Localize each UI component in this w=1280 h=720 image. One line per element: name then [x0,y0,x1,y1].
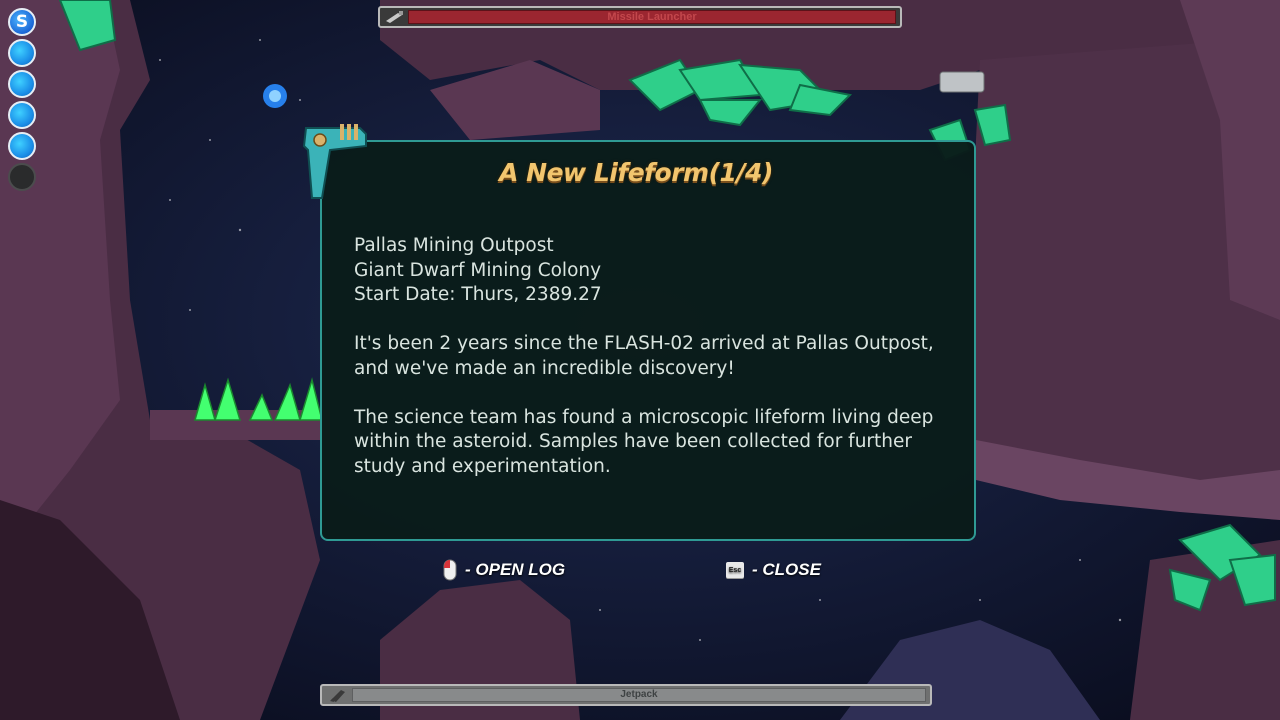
jetpack-icon [330,690,345,702]
energy-orb [8,70,36,98]
energy-orb-empty [8,163,36,191]
energy-orb [8,101,36,129]
jetpack-bar: Jetpack [320,684,932,706]
open-log-label: - OPEN LOG [465,560,566,579]
close-label: - CLOSE [752,560,821,579]
energy-orb [8,132,36,160]
missile-launcher-icon [386,11,403,23]
dialog-header-block: Pallas Mining Outpost Giant Dwarf Mining… [354,234,964,308]
colony-name: Giant Dwarf Mining Colony [354,259,602,281]
dialog-body: Pallas Mining Outpost Giant Dwarf Mining… [354,234,964,504]
jetpack-bar-label: Jetpack [620,689,658,700]
dialog-paragraph: The science team has found a microscopic… [354,406,934,477]
open-log-hint[interactable]: - OPEN LOG [443,558,565,582]
close-hint[interactable]: Esc - CLOSE [726,558,821,582]
mouse-icon [443,559,457,581]
ability-orb: S [8,8,36,36]
weapon-bar-label: Missile Launcher [607,11,697,23]
esc-key-icon: Esc [726,562,744,578]
dialog-paragraph: It's been 2 years since the FLASH-02 arr… [354,333,934,379]
weapon-bar: Missile Launcher [378,6,902,28]
dialog-title: A New Lifeform(1/4) [499,158,773,187]
start-date: Start Date: Thurs, 2389.27 [354,284,602,305]
energy-orb [8,39,36,67]
energy-orbs: S [8,8,38,194]
outpost-name: Pallas Mining Outpost [354,235,554,256]
